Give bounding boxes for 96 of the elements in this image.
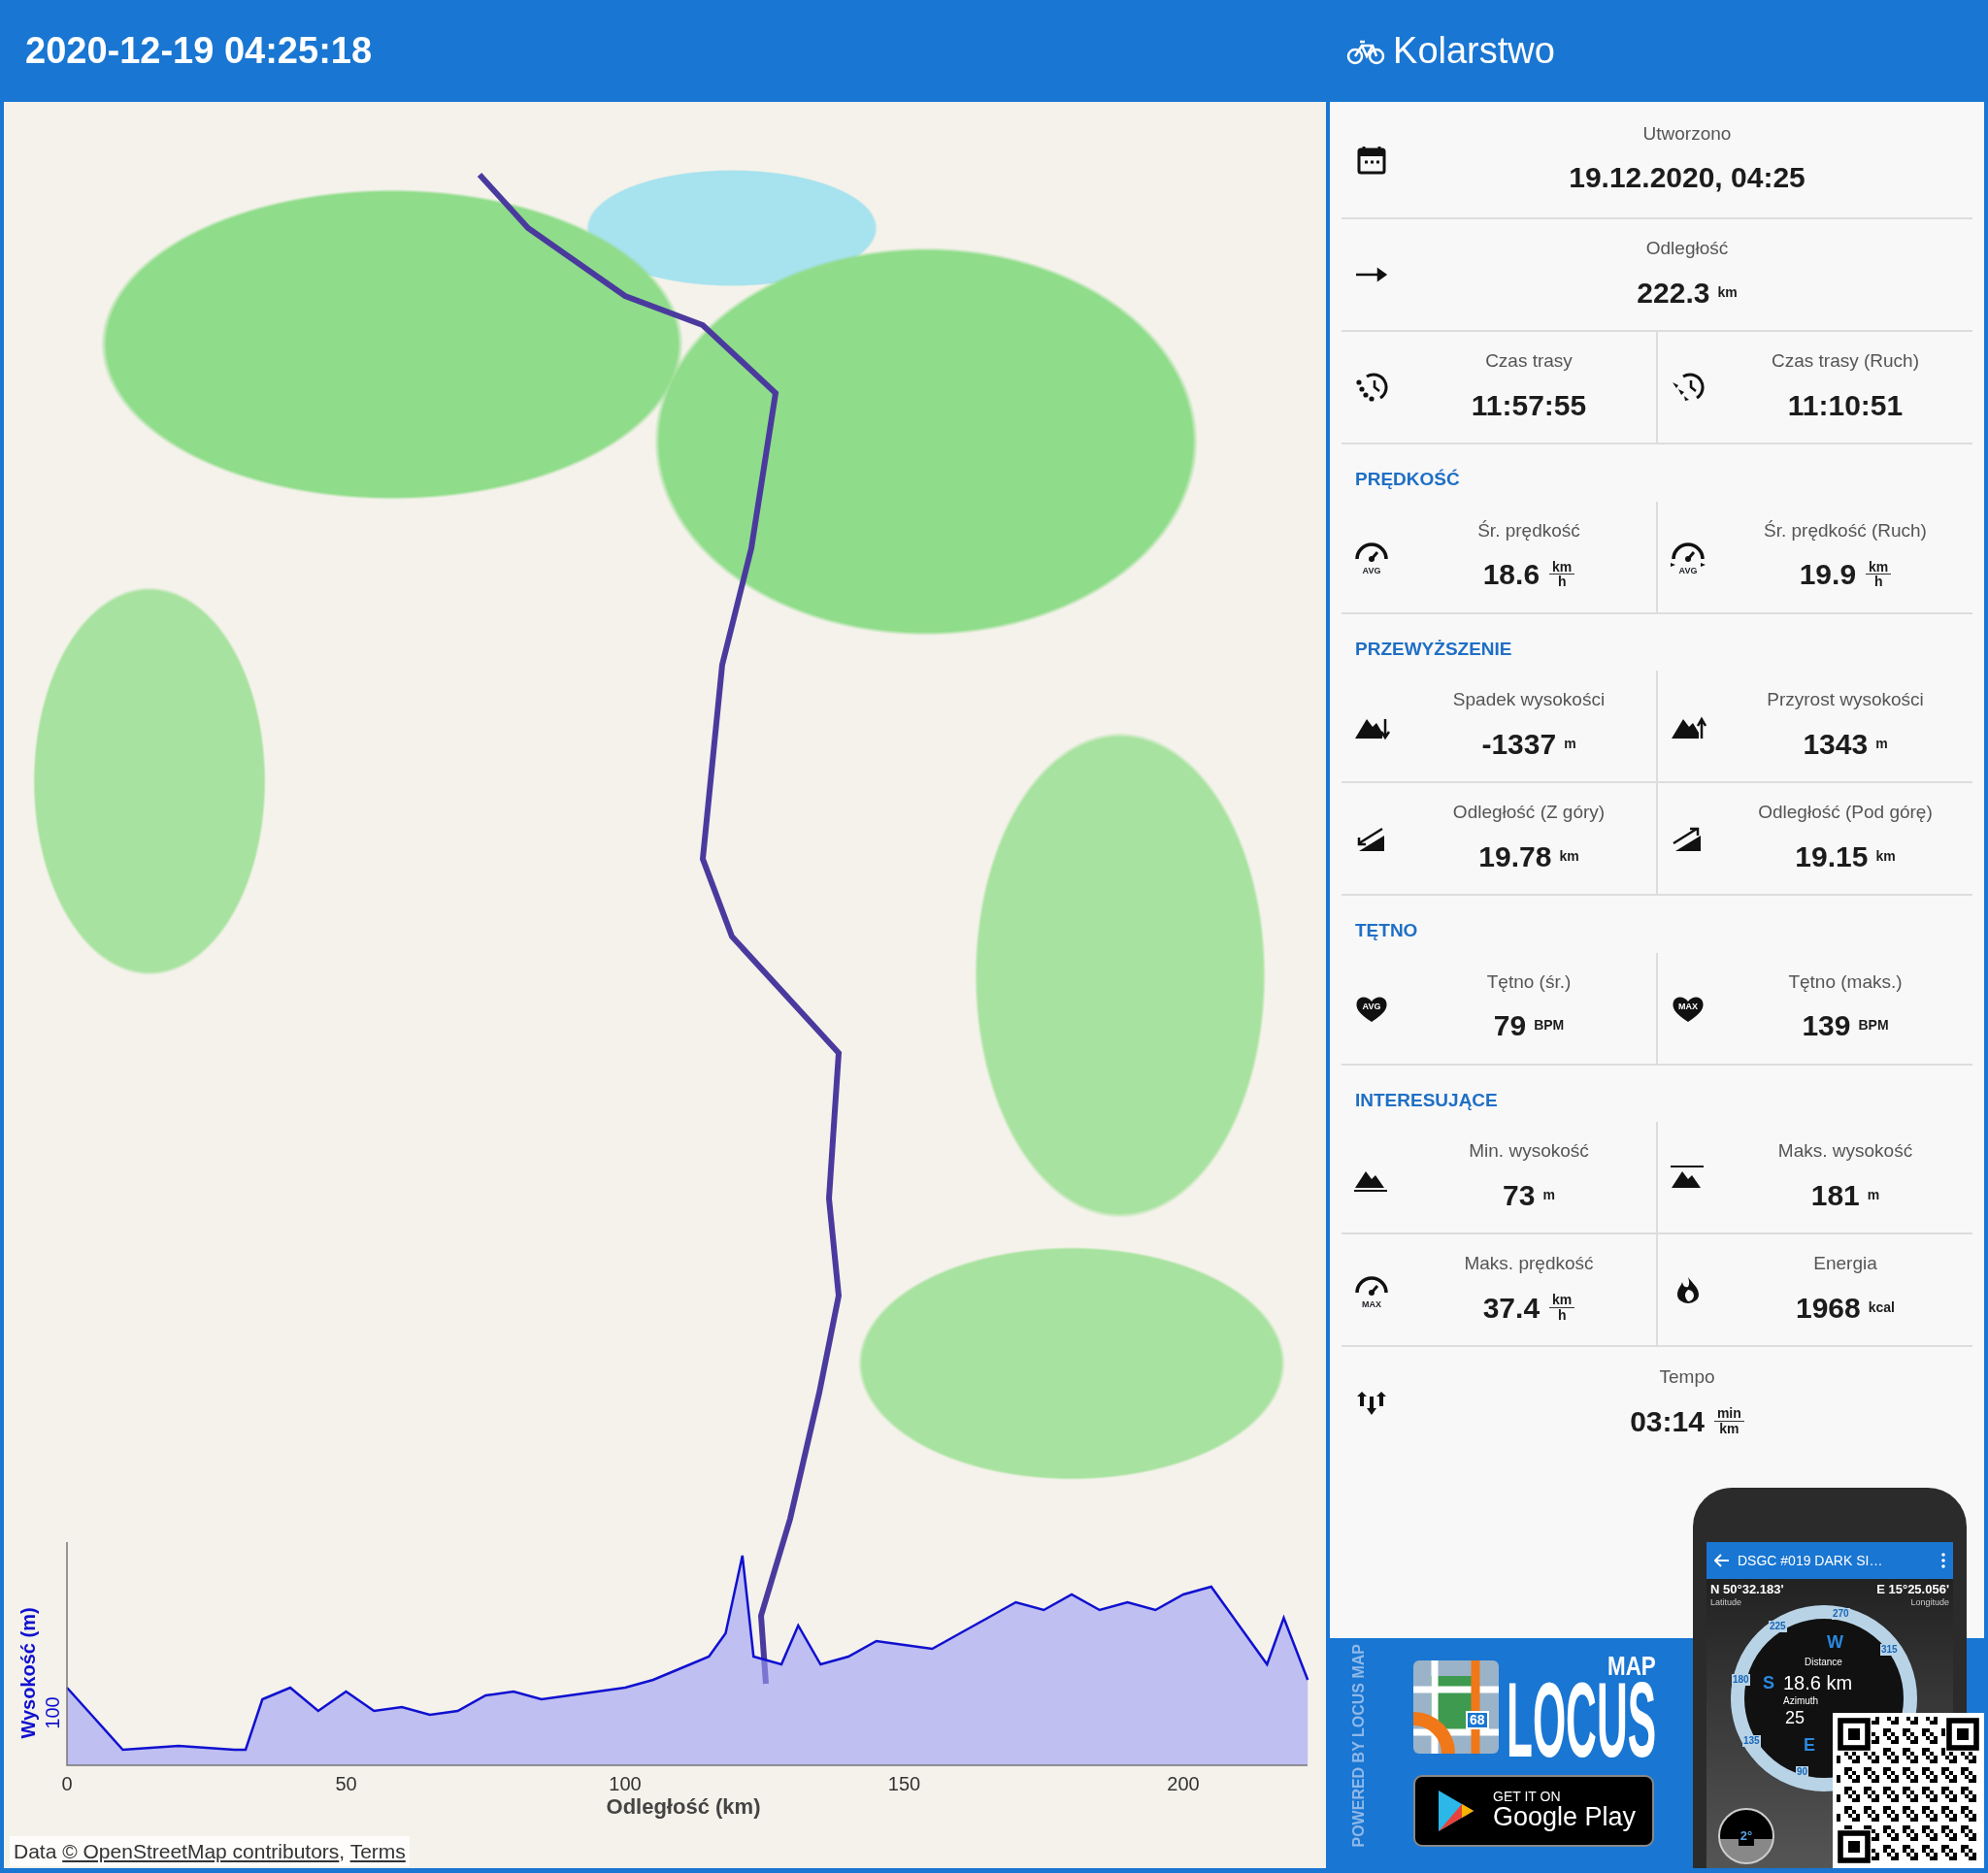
app-title: DSGC #019 DARK SI…: [1738, 1551, 1884, 1570]
x-axis-label: Odległość (km): [606, 1794, 761, 1819]
stat-value: 139: [1802, 1008, 1851, 1044]
stat-unit: BPM: [1534, 1016, 1565, 1035]
stat-label: Śr. prędkość: [1476, 518, 1581, 542]
x-tick-label: 50: [335, 1773, 357, 1794]
x-tick-label: 100: [609, 1773, 642, 1794]
icon-caption: AVG: [1678, 567, 1698, 575]
compass-label: 225: [1769, 1621, 1787, 1632]
stat-label: Śr. prędkość (Ruch): [1763, 518, 1928, 542]
stat-value: 19.78: [1478, 838, 1552, 874]
stat-unit: min km: [1713, 1406, 1744, 1436]
x-tick-label: 200: [1167, 1773, 1200, 1794]
map-tile[interactable]: [4, 102, 1326, 1868]
stat-label: Tętno (maks.): [1787, 969, 1904, 994]
heart-label: AVG: [1362, 1000, 1381, 1013]
stat-value: 37.4: [1482, 1290, 1541, 1326]
map-logo-icon: [1413, 1660, 1499, 1754]
compass-label: 135: [1742, 1735, 1761, 1747]
stat-unit: km h: [1866, 559, 1892, 589]
road-number-badge: 68: [1466, 1711, 1489, 1730]
distance-label: Distance: [1805, 1658, 1842, 1667]
stat-value: 19.9: [1799, 557, 1857, 593]
section-heading: PRĘDKOŚĆ: [1354, 468, 1461, 491]
attribution-link[interactable]: Terms: [349, 1839, 406, 1862]
stat-unit: km h: [1549, 1293, 1575, 1323]
stat-unit: km h: [1549, 559, 1575, 589]
stat-label: Czas trasy: [1484, 349, 1574, 374]
clock-icon: [1670, 373, 1706, 402]
y-axis-label: Wysokość (m): [17, 1607, 39, 1739]
back-arrow-icon[interactable]: [1714, 1554, 1730, 1567]
distance-value: 18.6 km: [1783, 1673, 1853, 1692]
stat-label: Energia: [1812, 1252, 1878, 1276]
stat-value: -1337: [1481, 726, 1557, 762]
activity-type: Kolarstwo: [1393, 29, 1555, 73]
qr-code[interactable]: [1833, 1713, 1984, 1868]
stat-value: 1343: [1803, 726, 1869, 762]
icon-caption: MAX: [1362, 1299, 1381, 1309]
stat-label: Odległość (Pod górę): [1757, 801, 1934, 825]
stat-value: 79: [1493, 1008, 1527, 1044]
stat-label: Przyrost wysokości: [1766, 688, 1925, 712]
longitude-label: Longitude: [1909, 1596, 1949, 1610]
azimuth-label: Azimuth: [1783, 1696, 1819, 1706]
stat-value: 19.15: [1795, 838, 1869, 874]
stat-value: 1968: [1796, 1290, 1861, 1326]
stat-value: 11:57:55: [1471, 387, 1587, 423]
stat-unit: m: [1867, 1185, 1880, 1204]
stat-label: Tętno (śr.): [1485, 969, 1573, 994]
stat-unit: km: [1559, 846, 1579, 866]
powered-by-text: POWERED BY LOCUS MAP: [1351, 1643, 1367, 1847]
stat-label: Min. wysokość: [1468, 1139, 1590, 1164]
stat-unit: km: [1875, 846, 1896, 866]
stat-unit: m: [1542, 1185, 1555, 1204]
stat-label: Maks. prędkość: [1463, 1252, 1595, 1276]
y-tick-label: 100: [42, 1696, 63, 1729]
stat-label: Tempo: [1658, 1365, 1716, 1390]
stat-label: Czas trasy (Ruch): [1771, 349, 1920, 374]
map-attribution: Data © OpenStreetMap contributors, Terms: [10, 1835, 410, 1866]
azimuth-value: 25: [1785, 1709, 1806, 1726]
store-badge[interactable]: GET IT ON Google Play: [1413, 1775, 1654, 1847]
stat-unit: m: [1564, 734, 1576, 753]
compass-label: 180: [1732, 1674, 1750, 1686]
section-heading: PRZEWYŻSZENIE: [1354, 637, 1513, 661]
stat-unit: km: [1717, 282, 1738, 302]
section-heading: TĘTNO: [1354, 919, 1419, 942]
stat-value: 11:10:51: [1787, 387, 1904, 423]
x-tick-label: 150: [887, 1773, 921, 1794]
clock-icon: [1353, 373, 1390, 402]
stat-unit: BPM: [1858, 1016, 1889, 1035]
compass-label: 90: [1796, 1766, 1809, 1778]
stat-value: 03:14: [1630, 1403, 1705, 1439]
track-datetime: 2020-12-19 04:25:18: [25, 29, 373, 73]
compass-label: 315: [1880, 1644, 1899, 1656]
stat-unit: kcal: [1868, 1298, 1895, 1317]
stat-value: 222.3: [1637, 275, 1710, 311]
longitude-value: E 15°25.056': [1876, 1583, 1949, 1597]
stat-value: 18.6: [1482, 557, 1541, 593]
stat-label: Spadek wysokości: [1451, 688, 1607, 712]
stat-label: Odległość: [1644, 237, 1730, 261]
stat-label: Odległość (Z góry): [1451, 801, 1607, 825]
icon-caption: AVG: [1362, 567, 1381, 575]
stat-value: 73: [1503, 1177, 1536, 1213]
stat-label: Utworzono: [1641, 121, 1733, 146]
x-tick-label: 0: [61, 1773, 73, 1794]
attribution-link[interactable]: © OpenStreetMap contributors: [62, 1839, 340, 1862]
section-heading: INTERESUJĄCE: [1354, 1088, 1499, 1112]
stat-unit: m: [1875, 734, 1888, 753]
stat-value: 181: [1810, 1177, 1860, 1213]
menu-icon[interactable]: [1941, 1553, 1945, 1568]
latitude-value: N 50°32.183': [1710, 1583, 1784, 1597]
play-icon: [1437, 1789, 1475, 1833]
stat-label: Maks. wysokość: [1776, 1139, 1914, 1164]
stat-value: 19.12.2020, 04:25: [1569, 160, 1806, 196]
compass-label: 270: [1832, 1608, 1850, 1620]
heart-label: MAX: [1678, 1000, 1698, 1013]
latitude-label: Latitude: [1710, 1596, 1743, 1610]
